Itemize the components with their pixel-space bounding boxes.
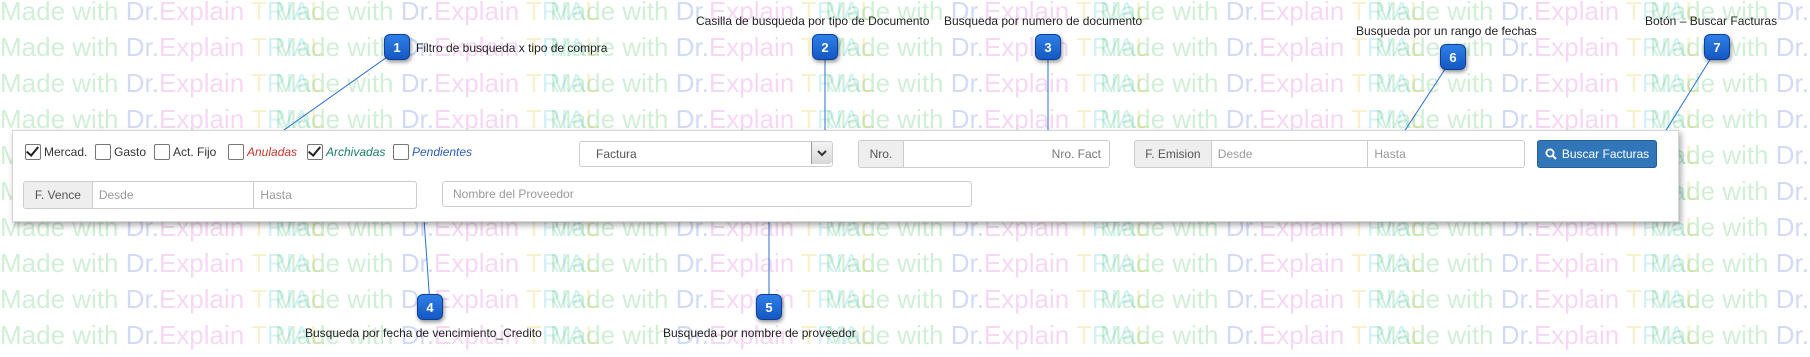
checkbox-anuladas[interactable]: Anuladas bbox=[228, 143, 297, 161]
doc-number-group: Nro. Nro. Fact bbox=[858, 140, 1110, 168]
callout-note-6: Busqueda por un rango de fechas bbox=[1356, 24, 1537, 38]
document-type-value: Factura bbox=[596, 147, 637, 161]
due-from-input[interactable]: Desde bbox=[93, 182, 255, 208]
checkbox-label: Mercad. bbox=[44, 145, 88, 159]
callout-badge-4: 4 bbox=[417, 294, 443, 320]
checkbox-label: Archivadas bbox=[326, 145, 386, 159]
checkbox-pendientes[interactable]: Pendientes bbox=[393, 143, 472, 161]
callout-badge-7: 7 bbox=[1704, 34, 1730, 60]
due-date-group: F. Vence Desde Hasta bbox=[23, 181, 417, 209]
callout-note-4: Busqueda por fecha de vencimiento_Credit… bbox=[305, 326, 542, 340]
due-to-input[interactable]: Hasta bbox=[254, 182, 416, 208]
callout-badge-6: 6 bbox=[1440, 44, 1466, 70]
callout-note-2: Casilla de busqueda por tipo de Document… bbox=[696, 14, 930, 28]
checkbox-box[interactable] bbox=[393, 144, 409, 160]
chevron-down-icon[interactable] bbox=[811, 142, 832, 164]
callout-badge-1: 1 bbox=[384, 34, 410, 60]
checkbox-label: Pendientes bbox=[412, 145, 473, 159]
emission-date-prefix: F. Emision bbox=[1135, 141, 1212, 167]
search-invoices-label: Buscar Facturas bbox=[1561, 147, 1650, 161]
checkbox-gasto[interactable]: Gasto bbox=[95, 143, 146, 161]
emission-from-input[interactable]: Desde bbox=[1212, 141, 1369, 167]
doc-number-prefix: Nro. bbox=[859, 141, 904, 167]
invoice-search-panel: Mercad. Gasto Act. Fijo Anuladas Archiva… bbox=[12, 130, 1679, 222]
callout-note-3: Busqueda por numero de documento bbox=[944, 14, 1143, 28]
checkbox-box[interactable] bbox=[154, 144, 170, 160]
checkbox-box[interactable] bbox=[95, 144, 111, 160]
supplier-name-input[interactable]: Nombre del Proveedor bbox=[442, 181, 972, 207]
checkbox-label: Act. Fijo bbox=[173, 145, 217, 159]
checkbox-archivadas[interactable]: Archivadas bbox=[307, 143, 385, 161]
callout-note-5: Busqueda por nombre de proveedor bbox=[663, 326, 856, 340]
checkbox-label: Anuladas bbox=[247, 145, 298, 159]
checkbox-box[interactable] bbox=[228, 144, 244, 160]
doc-number-input[interactable]: Nro. Fact bbox=[904, 141, 1109, 167]
checkbox-mercaderia[interactable]: Mercad. bbox=[25, 143, 87, 161]
checkbox-activo-fijo[interactable]: Act. Fijo bbox=[154, 143, 216, 161]
emission-to-input[interactable]: Hasta bbox=[1368, 141, 1524, 167]
due-date-prefix: F. Vence bbox=[24, 182, 93, 208]
callout-note-1: Filtro de busqueda x tipo de compra bbox=[416, 41, 608, 55]
callout-badge-5: 5 bbox=[756, 294, 782, 320]
callout-badge-2: 2 bbox=[812, 34, 838, 60]
callout-badge-3: 3 bbox=[1035, 34, 1061, 60]
document-type-select[interactable]: Factura bbox=[579, 141, 833, 167]
checkbox-box[interactable] bbox=[307, 144, 323, 160]
emission-date-group: F. Emision Desde Hasta bbox=[1134, 140, 1525, 168]
checkbox-label: Gasto bbox=[114, 145, 147, 159]
callout-note-7: Botón – Buscar Facturas bbox=[1645, 14, 1778, 28]
search-invoices-button[interactable]: Buscar Facturas bbox=[1537, 140, 1657, 168]
checkbox-box[interactable] bbox=[25, 144, 41, 160]
search-icon bbox=[1545, 148, 1557, 160]
